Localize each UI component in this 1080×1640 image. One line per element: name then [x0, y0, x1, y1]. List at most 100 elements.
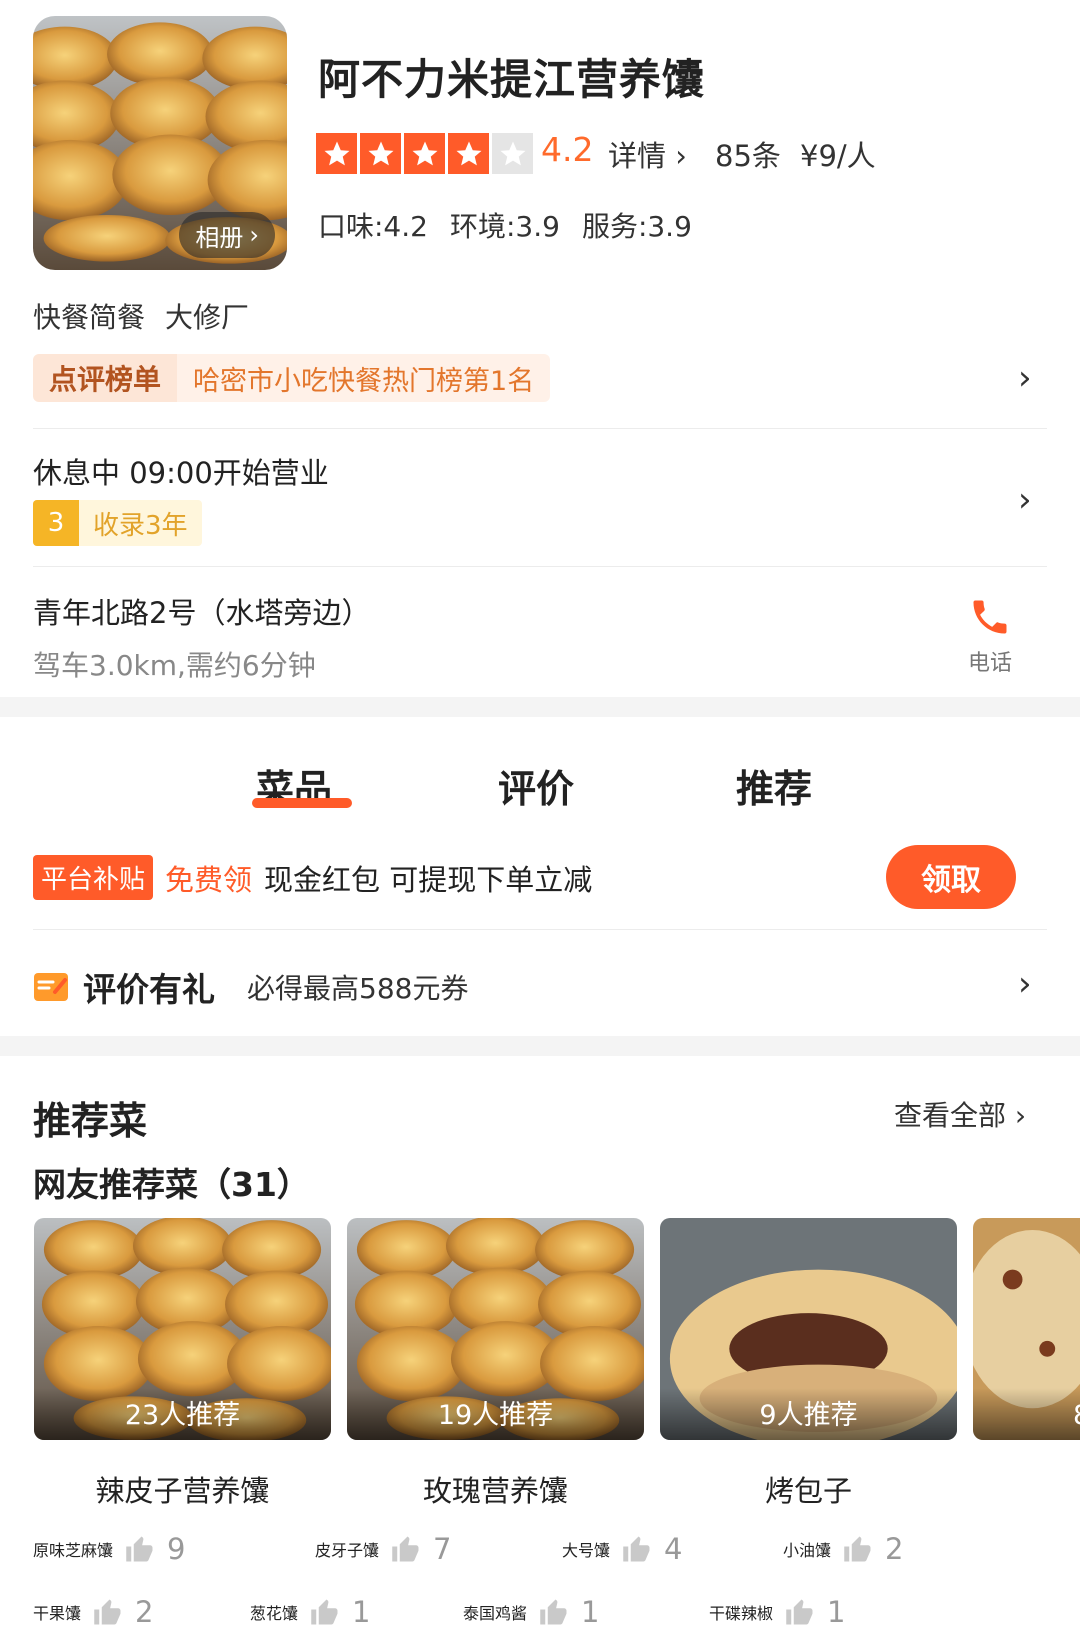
dish-recommend-count: 9人推荐 [660, 1388, 957, 1440]
phone-label: 电话 [967, 651, 1013, 676]
free-claim-text: 免费领 [165, 862, 253, 897]
ranking-tag: 点评榜单 [33, 354, 178, 402]
dish-tag-count: 7 [433, 1532, 452, 1566]
dish-recommend-count: 19人推荐 [347, 1388, 644, 1440]
detail-label: 详情 [608, 139, 667, 173]
netizen-recommend-title: 网友推荐菜（31） [33, 1165, 310, 1204]
chevron-right-icon[interactable]: › [1018, 964, 1032, 1004]
dish-tag[interactable]: 泰国鸡酱 1 [463, 1595, 599, 1629]
shop-categories: 快餐简餐 大修厂 [33, 296, 249, 336]
dish-tag[interactable]: 大号馕 4 [562, 1532, 682, 1566]
dish-tag-count: 1 [827, 1595, 846, 1629]
thumb-up-icon [126, 1536, 153, 1562]
dish-tag-count: 1 [352, 1595, 371, 1629]
shop-cover-image[interactable]: 相册 › [33, 16, 287, 270]
divider [33, 566, 1047, 567]
review-reward-title: 评价有礼 [83, 970, 215, 1009]
dish-image: 8 [973, 1218, 1080, 1440]
star-icon [360, 133, 401, 174]
album-label: 相册 [195, 223, 244, 252]
chevron-right-icon: › [1014, 1099, 1027, 1132]
dish-tag-name: 大号馕 [562, 1541, 611, 1560]
ranking-banner[interactable]: 点评榜单 哈密市小吃快餐热门榜第1名 [33, 354, 551, 402]
chevron-right-icon[interactable]: › [1018, 480, 1032, 520]
dish-card[interactable]: 23人推荐 辣皮子营养馕 [34, 1218, 331, 1510]
shop-title: 阿不力米提江营养馕 [318, 55, 706, 104]
dish-tag-name: 小油馕 [783, 1541, 832, 1560]
dish-card[interactable]: 8 [973, 1218, 1080, 1440]
dish-tag-name: 原味芝麻馕 [33, 1541, 114, 1560]
thumb-up-icon [311, 1599, 338, 1625]
dish-card[interactable]: 9人推荐 烤包子 [660, 1218, 957, 1510]
thumb-up-icon [623, 1536, 650, 1562]
dish-tag-name: 泰国鸡酱 [463, 1604, 528, 1623]
dish-tag[interactable]: 小油馕 2 [783, 1532, 903, 1566]
price-per-person: ¥9/人 [800, 139, 876, 173]
listed-years-number: 3 [33, 500, 79, 546]
dish-tag[interactable]: 干果馕 2 [33, 1595, 153, 1629]
rating-detail-link[interactable]: 详情 › [608, 133, 687, 175]
business-hours[interactable]: 休息中 09:00开始营业 [33, 450, 329, 492]
thumb-up-icon [392, 1536, 419, 1562]
claim-button[interactable]: 领取 [886, 845, 1016, 909]
thumb-up-icon [786, 1599, 813, 1625]
tab-recommend[interactable]: 推荐 [736, 758, 812, 813]
dish-image: 9人推荐 [660, 1218, 957, 1440]
view-all-label: 查看全部 [894, 1099, 1007, 1132]
chevron-right-icon[interactable]: › [1018, 358, 1032, 398]
view-all-link[interactable]: 查看全部 › [894, 1094, 1026, 1134]
dish-tag-count: 9 [167, 1532, 186, 1566]
thumb-up-icon [94, 1599, 121, 1625]
dish-card[interactable]: 19人推荐 玫瑰营养馕 [347, 1218, 644, 1510]
dish-tag-name: 干果馕 [33, 1604, 82, 1623]
category-label: 快餐简餐 [33, 301, 146, 334]
thumb-up-icon [540, 1599, 567, 1625]
dish-tag-count: 2 [135, 1595, 154, 1629]
divider [33, 929, 1047, 930]
phone-icon [973, 600, 1007, 634]
album-button[interactable]: 相册 › [179, 212, 275, 258]
phone-button[interactable]: 电话 [968, 595, 1012, 677]
star-icon [404, 133, 445, 174]
service-score: 服务:3.9 [581, 210, 692, 243]
area-label: 大修厂 [165, 301, 250, 334]
gift-icon [34, 973, 68, 1001]
ranking-text: 哈密市小吃快餐热门榜第1名 [177, 354, 551, 402]
environment-score: 环境:3.9 [449, 210, 560, 243]
taste-score: 口味:4.2 [318, 210, 428, 243]
dish-tag-name: 皮牙子馕 [315, 1541, 380, 1560]
dish-tag[interactable]: 干碟辣椒 1 [709, 1595, 845, 1629]
star-icon [448, 133, 489, 174]
review-count[interactable]: 85条 [715, 133, 781, 175]
shop-address[interactable]: 青年北路2号（水塔旁边） [33, 590, 370, 632]
drive-distance: 驾车3.0km,需约6分钟 [33, 649, 316, 682]
dish-tag[interactable]: 葱花馕 1 [250, 1595, 370, 1629]
dish-tag-count: 2 [885, 1532, 904, 1566]
chevron-right-icon: › [675, 139, 687, 173]
review-reward-row[interactable]: 评价有礼 必得最高588元券 [33, 963, 468, 1011]
dish-image: 23人推荐 [34, 1218, 331, 1440]
thumb-up-icon [844, 1536, 871, 1562]
tab-reviews[interactable]: 评价 [498, 758, 574, 813]
subsidy-banner: 平台补贴 免费领 现金红包 可提现下单立减 [33, 855, 592, 900]
review-reward-desc: 必得最高588元券 [247, 972, 469, 1005]
promo-description: 现金红包 可提现下单立减 [264, 862, 593, 897]
listed-since-badge: 3 收录3年 [33, 500, 202, 546]
sub-scores: 口味:4.2 环境:3.9 服务:3.9 [318, 205, 692, 245]
dish-recommend-count: 23人推荐 [34, 1388, 331, 1440]
star-rating [316, 133, 533, 174]
recommend-title: 推荐菜 [33, 1099, 148, 1143]
dish-name: 烤包子 [764, 1474, 852, 1508]
dish-name: 玫瑰营养馕 [422, 1474, 568, 1508]
dish-tag-name: 干碟辣椒 [709, 1604, 774, 1623]
divider [33, 428, 1047, 429]
dish-tag[interactable]: 原味芝麻馕 9 [33, 1532, 185, 1566]
dish-image: 19人推荐 [347, 1218, 644, 1440]
section-gap [0, 1036, 1080, 1056]
dish-tag-name: 葱花馕 [250, 1604, 299, 1623]
rating-score: 4.2 [541, 130, 594, 169]
subsidy-tag: 平台补贴 [33, 855, 154, 900]
dish-tag[interactable]: 皮牙子馕 7 [315, 1532, 451, 1566]
active-tab-indicator [252, 798, 352, 808]
dish-tag-count: 1 [581, 1595, 600, 1629]
